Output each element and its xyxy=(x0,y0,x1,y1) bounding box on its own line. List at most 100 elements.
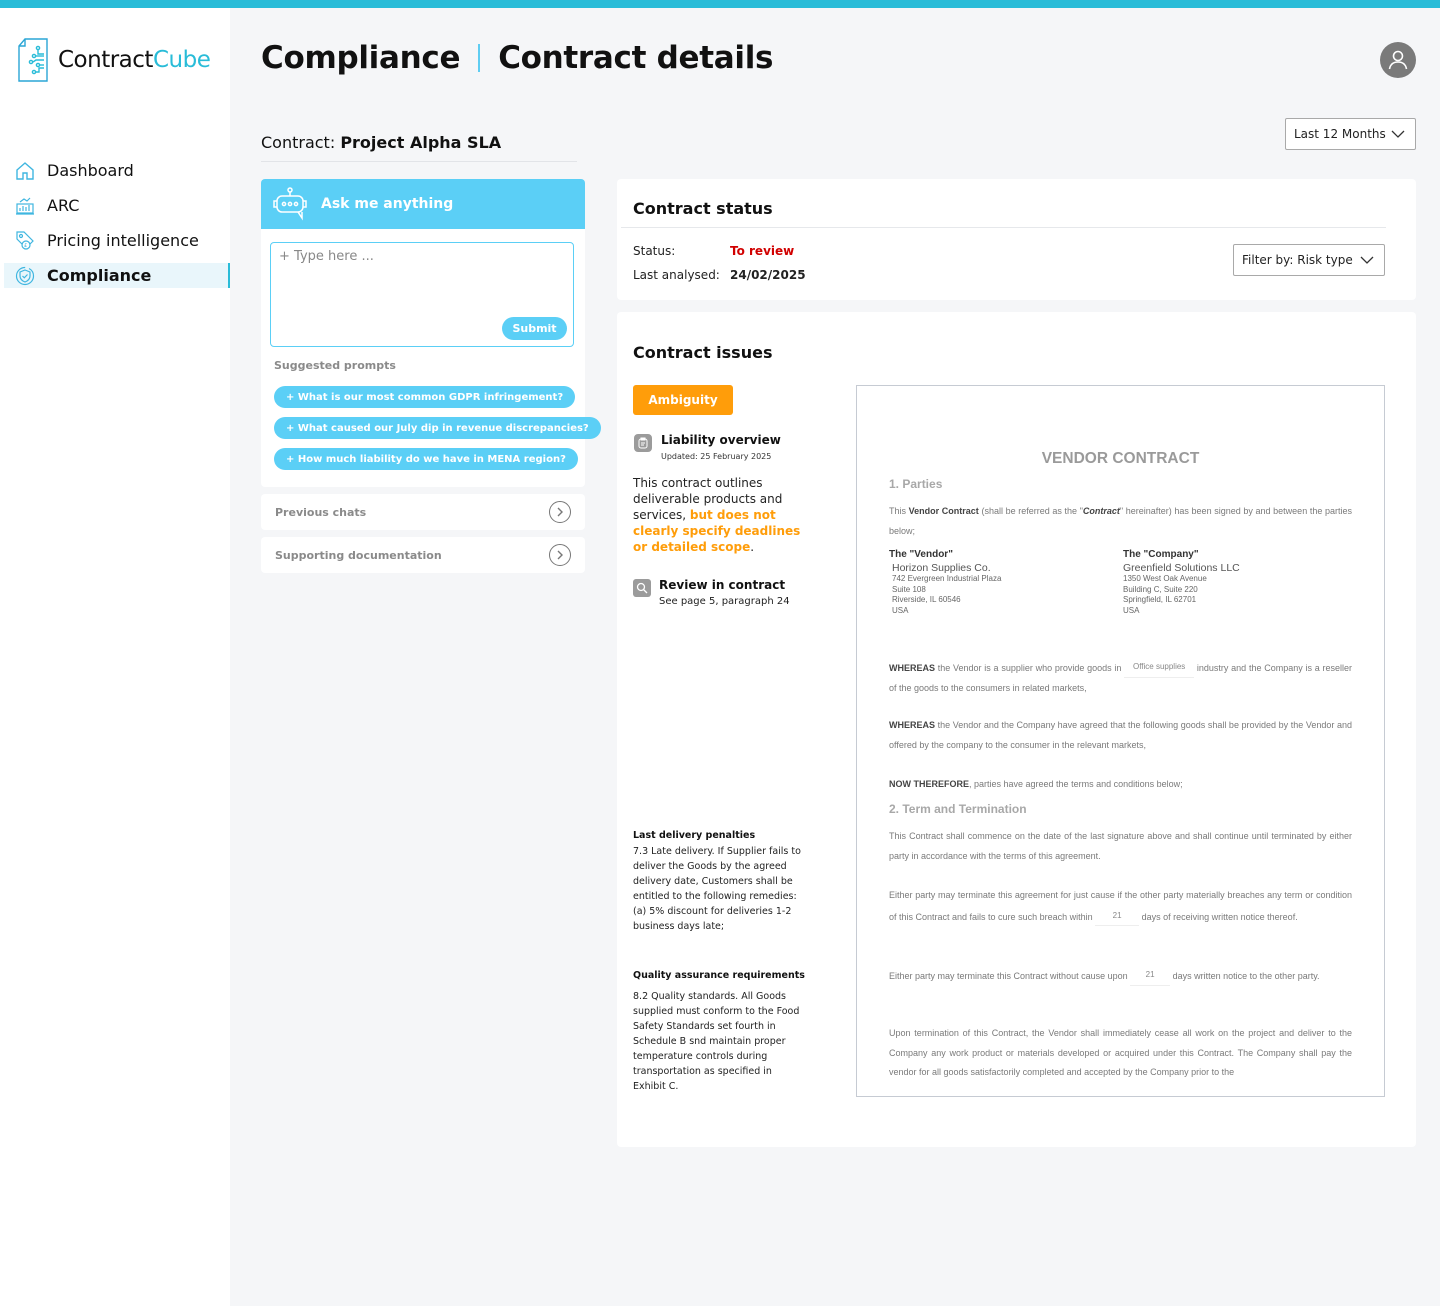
document-paragraph: WHEREAS the Vendor and the Company have … xyxy=(889,720,1352,750)
sidebar-item-arc[interactable]: ARC xyxy=(4,193,230,218)
document-paragraph: Either party may terminate this Contract… xyxy=(889,965,1352,987)
status-badge: To review xyxy=(730,244,795,258)
user-icon xyxy=(1388,50,1408,70)
document-paragraph: Upon termination of this Contract, the V… xyxy=(889,1028,1352,1077)
liability-description: This contract outlines deliverable produ… xyxy=(633,475,813,555)
ai-assistant-title: Ask me anything xyxy=(321,196,454,212)
suggested-prompt[interactable]: + What caused our July dip in revenue di… xyxy=(274,417,601,439)
home-icon xyxy=(14,160,36,182)
clause-title: Last delivery penalties xyxy=(633,830,756,841)
vendor-address-line: Riverside, IL 60546 xyxy=(892,595,961,604)
ai-assistant-header: Ask me anything xyxy=(261,179,585,229)
liability-overview-title: Liability overview xyxy=(661,433,781,447)
divider xyxy=(261,161,577,162)
liability-updated-date: Updated: 25 February 2025 xyxy=(661,452,772,461)
chevron-right-circle-icon xyxy=(549,544,571,566)
suggested-prompt[interactable]: + How much liability do we have in MENA … xyxy=(274,448,578,470)
liability-description-end: . xyxy=(750,540,755,554)
contract-document-preview[interactable]: VENDOR CONTRACT 1. Parties This Vendor C… xyxy=(856,385,1385,1097)
contract-cube-logo-icon xyxy=(18,38,48,82)
last-analysed-row: Last analysed: 24/02/2025 xyxy=(633,268,806,282)
page-title: Compliance Contract details xyxy=(261,40,773,76)
ambiguity-tag[interactable]: Ambiguity xyxy=(633,385,733,415)
contract-name-value: Project Alpha SLA xyxy=(340,133,502,152)
document-paragraph: NOW THEREFORE, parties have agreed the t… xyxy=(889,779,1183,789)
status-label: Status: xyxy=(633,244,676,258)
previous-chats-button[interactable]: Previous chats xyxy=(261,494,585,530)
chat-input-box: Submit xyxy=(270,242,574,347)
contract-name: Contract: Project Alpha SLA xyxy=(261,133,501,152)
contract-label: Contract: xyxy=(261,133,336,152)
document-paragraph: WHEREAS the Vendor is a supplier who pro… xyxy=(889,657,1352,698)
filter-value: Filter by: Risk type xyxy=(1242,253,1353,267)
suggested-prompt[interactable]: + What is our most common GDPR infringem… xyxy=(274,386,576,408)
sidebar-item-label: Pricing intelligence xyxy=(47,231,199,250)
document-paragraph: This Vendor Contract (shall be referred … xyxy=(889,506,1352,536)
company-address-line: USA xyxy=(1123,605,1140,615)
document-paragraph: Either party may terminate this agreemen… xyxy=(889,886,1352,927)
clipboard-icon xyxy=(634,434,652,452)
vendor-party: The "Vendor" Horizon Supplies Co. 742 Ev… xyxy=(889,549,1001,616)
breadcrumb-current: Contract details xyxy=(498,40,774,76)
document-title: VENDOR CONTRACT xyxy=(1041,450,1200,467)
sidebar-item-label: Compliance xyxy=(47,266,152,285)
clause-body: 7.3 Late delivery. If Supplier fails to … xyxy=(633,846,801,932)
vendor-address-line: Suite 108 xyxy=(892,584,926,594)
company-label: The "Company" xyxy=(1123,549,1199,560)
title-separator xyxy=(478,44,481,72)
sidebar-item-label: ARC xyxy=(47,196,80,215)
submit-button[interactable]: Submit xyxy=(502,317,567,340)
user-avatar-button[interactable] xyxy=(1380,42,1416,78)
risk-type-filter-dropdown[interactable]: Filter by: Risk type xyxy=(1233,244,1385,276)
clause-body: 8.2 Quality standards. All Goods supplie… xyxy=(633,991,800,1092)
search-icon xyxy=(633,579,651,597)
contract-issues-card: Contract issues Ambiguity Liability over… xyxy=(617,312,1416,1147)
vendor-address-line: USA xyxy=(892,605,909,615)
svg-text:£: £ xyxy=(24,243,27,249)
last-analysed-value: 24/02/2025 xyxy=(730,268,806,282)
supporting-documentation-label: Supporting documentation xyxy=(275,548,442,562)
company-party: The "Company" Greenfield Solutions LLC 1… xyxy=(1123,549,1240,616)
chevron-down-icon xyxy=(1360,256,1374,264)
shield-check-icon xyxy=(14,265,36,287)
period-dropdown[interactable]: Last 12 Months xyxy=(1285,118,1416,150)
vendor-label: The "Vendor" xyxy=(889,549,953,560)
company-address-line: Building C, Suite 220 xyxy=(1123,584,1198,594)
suggested-prompts-label: Suggested prompts xyxy=(274,359,396,372)
section-heading: 2. Term and Termination xyxy=(889,802,1027,816)
app-name: ContractCube xyxy=(58,47,211,73)
ai-assistant-panel: Ask me anything Submit Suggested prompts… xyxy=(261,179,601,487)
section-heading: 1. Parties xyxy=(889,477,943,491)
status-row: Status: To review xyxy=(633,244,794,258)
company-address-line: 1350 West Oak Avenue xyxy=(1123,574,1207,583)
supporting-documentation-button[interactable]: Supporting documentation xyxy=(261,537,585,573)
bar-chart-icon xyxy=(14,195,36,217)
logo[interactable]: ContractCube xyxy=(16,38,211,82)
clause-title: Quality assurance requirements xyxy=(633,970,805,981)
vendor-name: Horizon Supplies Co. xyxy=(892,562,991,574)
company-name: Greenfield Solutions LLC xyxy=(1123,562,1240,574)
chatbot-icon xyxy=(273,187,307,221)
sidebar-item-compliance[interactable]: Compliance xyxy=(4,263,230,288)
sidebar: ContractCube Dashboard ARC £ Pricing int… xyxy=(0,8,230,1306)
filled-blank: 21 xyxy=(1095,906,1140,926)
review-in-contract-link[interactable]: Review in contract xyxy=(659,578,785,592)
document-paragraph: This Contract shall commence on the date… xyxy=(889,831,1352,861)
sidebar-item-dashboard[interactable]: Dashboard xyxy=(4,158,230,183)
breadcrumb-section[interactable]: Compliance xyxy=(261,40,460,76)
sidebar-item-label: Dashboard xyxy=(47,161,134,180)
price-tag-icon: £ xyxy=(14,230,36,252)
divider xyxy=(621,227,1386,228)
sidebar-item-pricing-intelligence[interactable]: £ Pricing intelligence xyxy=(4,228,230,253)
filled-blank: 21 xyxy=(1130,965,1171,986)
chevron-down-icon xyxy=(1391,130,1405,138)
contract-status-card: Contract status Status: To review Last a… xyxy=(617,179,1416,300)
chevron-right-circle-icon xyxy=(549,501,571,523)
chat-input[interactable] xyxy=(271,243,573,313)
filled-blank: Office supplies xyxy=(1124,657,1195,678)
review-location: See page 5, paragraph 24 xyxy=(659,596,790,607)
period-dropdown-value: Last 12 Months xyxy=(1294,127,1386,141)
sidebar-nav: Dashboard ARC £ Pricing intelligence Com… xyxy=(4,158,230,298)
previous-chats-label: Previous chats xyxy=(275,505,367,519)
top-accent-bar xyxy=(0,0,1440,8)
